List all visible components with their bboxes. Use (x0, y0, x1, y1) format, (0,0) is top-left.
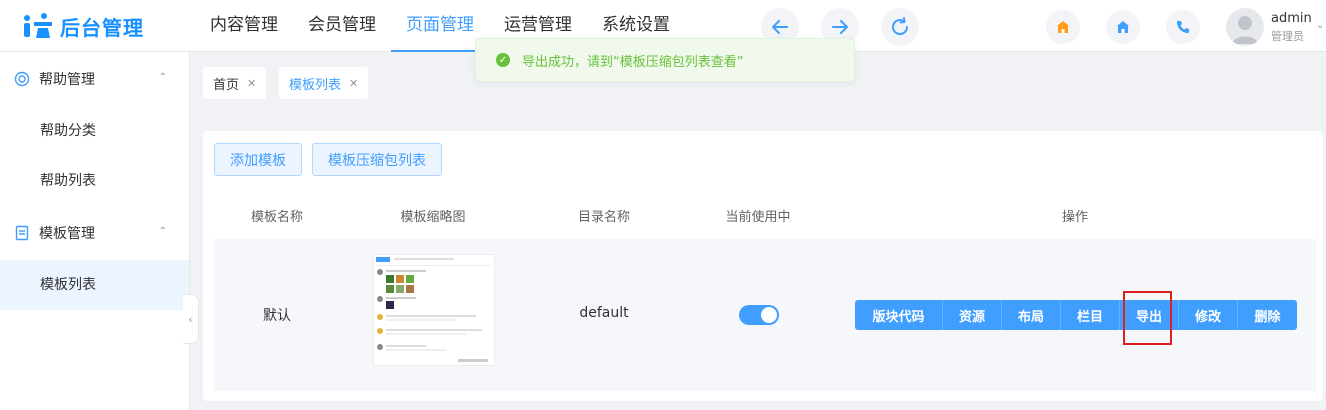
chevron-left-icon: ‹ (188, 312, 193, 326)
avatar[interactable] (1226, 8, 1264, 46)
sidebar-item-help-list[interactable]: 帮助列表 (0, 156, 189, 206)
directory-name-cell: default (579, 305, 629, 321)
success-toast: ✓ 导出成功，请到“模板压缩包列表查看” (475, 38, 855, 82)
template-thumbnail[interactable] (373, 254, 495, 366)
add-template-button[interactable]: 添加模板 (214, 143, 302, 176)
lifebuoy-icon (14, 71, 30, 87)
export-highlight-box (1123, 291, 1172, 345)
close-icon[interactable]: ✕ (349, 77, 358, 90)
user-avatar-icon (1232, 16, 1258, 44)
sidebar-item-template-list[interactable]: 模板列表 (0, 260, 189, 310)
column-header-name: 模板名称 (250, 210, 303, 225)
chevron-down-icon[interactable]: ⌄ (1316, 20, 1324, 31)
column-header-directory: 目录名称 (577, 210, 630, 225)
in-use-toggle[interactable] (739, 305, 779, 325)
edit-button[interactable]: 修改 (1179, 300, 1238, 330)
thumbnail-image (376, 257, 492, 362)
sidebar: 帮助管理 ⌃ 帮助分类 帮助列表 模板管理 ⌃ 模板列表 (0, 52, 190, 410)
home-blue-button[interactable] (1106, 10, 1140, 44)
user-role: 管理员 (1271, 30, 1304, 43)
column-header-in-use: 当前使用中 (725, 210, 791, 225)
arrow-left-icon (772, 20, 788, 34)
layout-button[interactable]: 布局 (1002, 300, 1061, 330)
chevron-up-icon: ⌃ (158, 226, 167, 237)
user-name[interactable]: admin (1271, 11, 1312, 26)
column-header-thumbnail: 模板缩略图 (400, 210, 466, 225)
logo[interactable]: 后台管理 (20, 10, 144, 42)
refresh-icon (892, 17, 909, 36)
tag-home[interactable]: 首页 ✕ (203, 67, 267, 99)
row-actions: 版块代码 资源 布局 栏目 导出 修改 删除 (855, 300, 1297, 330)
tag-template-list[interactable]: 模板列表 ✕ (279, 67, 369, 99)
sidebar-group-label: 模板管理 (39, 226, 95, 242)
check-circle-icon: ✓ (496, 53, 510, 67)
home-orange-icon (1057, 21, 1069, 33)
home-blue-icon (1117, 21, 1129, 33)
columns-button[interactable]: 栏目 (1061, 300, 1120, 330)
nav-item-members[interactable]: 会员管理 (293, 0, 391, 52)
arrow-right-icon (832, 20, 848, 34)
template-name-cell: 默认 (263, 308, 291, 324)
toast-message: 导出成功，请到“模板压缩包列表查看” (522, 54, 744, 70)
nav-item-content[interactable]: 内容管理 (195, 0, 293, 52)
zip-list-button[interactable]: 模板压缩包列表 (312, 143, 442, 176)
toggle-knob (761, 307, 777, 323)
sidebar-collapse-button[interactable]: ‹ (183, 294, 199, 344)
tag-label: 首页 (213, 77, 240, 93)
sidebar-group-help[interactable]: 帮助管理 ⌃ (0, 52, 189, 106)
resources-button[interactable]: 资源 (943, 300, 1002, 330)
home-orange-button[interactable] (1046, 10, 1080, 44)
chevron-up-icon: ⌃ (158, 72, 167, 83)
tag-label: 模板列表 (289, 77, 342, 93)
phone-icon (1177, 21, 1189, 33)
refresh-button[interactable] (881, 8, 919, 46)
sidebar-group-label: 帮助管理 (39, 72, 95, 88)
close-icon[interactable]: ✕ (247, 77, 256, 90)
block-code-button[interactable]: 版块代码 (855, 300, 943, 330)
column-header-actions: 操作 (1061, 210, 1088, 225)
sidebar-item-help-category[interactable]: 帮助分类 (0, 106, 189, 156)
delete-button[interactable]: 删除 (1238, 300, 1297, 330)
phone-button[interactable] (1166, 10, 1200, 44)
document-icon (15, 225, 29, 241)
sidebar-group-template[interactable]: 模板管理 ⌃ (0, 206, 189, 260)
logo-text: 后台管理 (60, 15, 144, 40)
logo-icon (24, 13, 52, 38)
content-panel: 添加模板 模板压缩包列表 模板名称 模板缩略图 目录名称 当前使用中 操作 默认 (203, 131, 1323, 401)
